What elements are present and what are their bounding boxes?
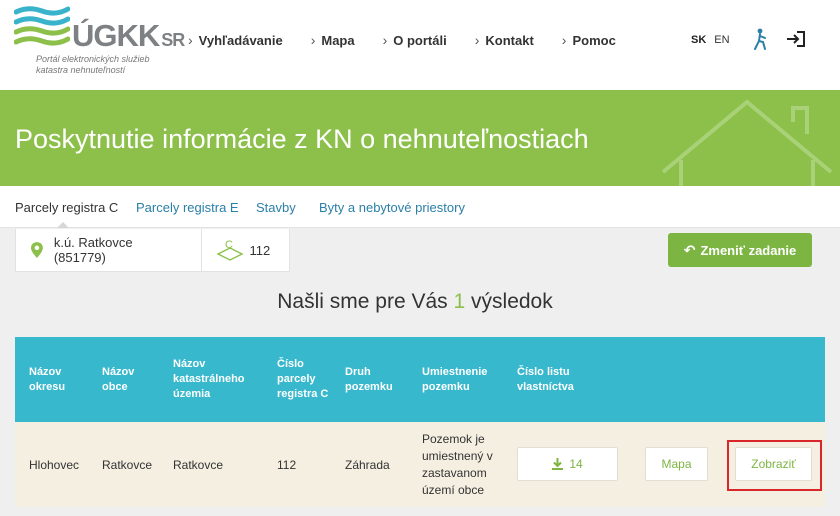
nav-item-vyhladavanie[interactable]: › Vyhľadávanie [188,32,283,48]
cell-parcela: 112 [277,457,297,472]
nav-item-mapa[interactable]: › Mapa [311,32,355,48]
header-parcela: Číslo parcely registra C [277,358,329,400]
tab-parcely-e[interactable]: Parcely registra E [136,200,239,215]
result-heading: Našli sme pre Vás 1 výsledok [0,290,830,314]
location-pin-icon [30,242,43,258]
download-icon [552,458,564,470]
location-value: k.ú. Ratkovce (851779) [53,235,133,265]
logo[interactable]: ÚGKK SR Portál elektronických služieb kat… [14,4,185,84]
chevron-right-icon: › [310,32,316,48]
page-title: Poskytnutie informácie z KN o nehnuteľno… [15,124,589,154]
parcel-tabs: Parcely registra C Parcely registra E St… [0,186,840,228]
tab-byty[interactable]: Byty a nebytové priestory [319,200,465,215]
result-suffix: výsledok [471,290,553,313]
nav-item-o-portali[interactable]: › O portáli [383,32,447,48]
header-okres: Názov okresu [29,365,66,393]
lang-sk[interactable]: SK [691,34,706,46]
lv-number: 14 [569,457,583,471]
cell-obec: Ratkovce [102,457,153,472]
parcel-value: 112 [249,242,271,258]
location-filter: k.ú. Ratkovce (851779) [16,229,201,271]
tab-stavby[interactable]: Stavby [256,200,296,215]
parcel-filter: C 112 [200,229,289,271]
undo-arrow-icon: ↶ [683,241,696,258]
change-query-label: Zmeniť zadanie [700,242,797,258]
page-banner: Poskytnutie informácie z KN o nehnuteľno… [0,90,840,186]
tab-parcely-c[interactable]: Parcely registra C [15,200,118,215]
logo-subtitle: Portál elektronických služieb katastra n… [36,54,150,75]
search-summary: k.ú. Ratkovce (851779) C 112 [15,229,290,272]
chevron-right-icon: › [188,32,193,48]
map-button[interactable]: Mapa [645,447,708,481]
download-lv-button[interactable]: 14 [517,447,618,481]
result-prefix: Našli sme pre Vás [277,290,448,313]
login-icon[interactable] [786,30,806,48]
language-switch: SK EN [691,34,730,46]
header-druh: Druh pozemku [345,365,393,393]
cell-okres: Hlohovec [29,457,80,472]
result-count: 1 [453,290,466,313]
nav-item-kontakt[interactable]: › Kontakt [475,32,534,48]
chevron-right-icon: › [561,32,567,48]
accessibility-icon[interactable] [752,28,770,50]
lang-en[interactable]: EN [714,34,729,46]
chevron-right-icon: › [474,32,480,48]
svg-text:C: C [225,239,233,251]
header-obec: Názov obce [102,365,135,393]
logo-text: ÚGKK SR [72,18,185,53]
nav-item-pomoc[interactable]: › Pomoc [562,32,616,48]
main-nav: › Vyhľadávanie › Mapa › O portáli › Kontakt … [188,32,644,48]
logo-mark-icon [14,6,70,46]
change-query-button[interactable]: ↶ Zmeniť zadanie [668,233,812,267]
header: ÚGKK SR Portál elektronických služieb kat… [0,0,840,90]
active-tab-caret [57,222,69,228]
cell-druh: Záhrada [345,457,390,472]
table-header: Názov okresu Názov obce Názov katastráln… [15,337,825,422]
chevron-right-icon: › [382,32,388,48]
cell-ku: Ratkovce [173,457,224,472]
house-outline-icon [661,99,833,186]
cell-umiestnenie: Pozemok je umiestnený v zastavanom území… [422,431,493,497]
results-table: Názov okresu Názov obce Názov katastráln… [15,337,825,507]
header-ku: Názov katastrálneho územia [173,358,245,400]
table-row: Hlohovec Ratkovce Ratkovce 112 Záhrada P… [15,422,825,507]
parcel-icon: C [215,239,244,261]
header-lv: Číslo listu vlastníctva [517,365,574,393]
header-umiestnenie: Umiestnenie pozemku [422,365,488,393]
highlight-box [727,440,822,491]
